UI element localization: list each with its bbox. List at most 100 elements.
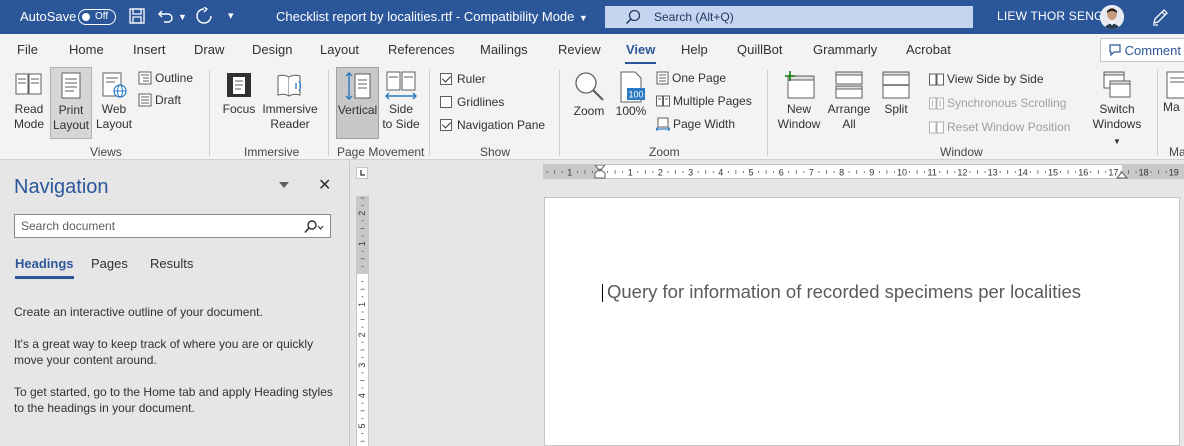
ruler-checkbox[interactable]: Ruler	[440, 72, 486, 86]
vertical-button[interactable]: Vertical	[336, 67, 379, 139]
immersive-reader-button[interactable]: Immersive Reader	[260, 70, 320, 138]
ruler-tick-label: 6	[779, 168, 784, 178]
draft-button[interactable]: Draft	[138, 93, 181, 107]
tab-acrobat[interactable]: Acrobat	[906, 42, 951, 57]
print-layout-label-1: Print	[58, 103, 84, 117]
focus-button[interactable]: Focus	[220, 70, 258, 138]
multiple-pages-button[interactable]: Multiple Pages	[656, 94, 752, 108]
ruler-label: Ruler	[457, 72, 486, 86]
nav-help-text-1: Create an interactive outline of your do…	[14, 305, 263, 319]
tab-mailings[interactable]: Mailings	[480, 42, 528, 57]
autosave-toggle[interactable]: Off	[78, 9, 116, 25]
ruler-tick-label: 1	[628, 168, 633, 178]
outline-button[interactable]: Outline	[138, 71, 193, 85]
search-document-input[interactable]: Search document	[14, 214, 331, 238]
comment-icon	[1109, 44, 1121, 57]
group-separator	[1157, 70, 1158, 156]
nav-tab-headings[interactable]: Headings	[15, 256, 74, 279]
pane-options-dropdown-icon[interactable]	[279, 182, 289, 188]
zoom-icon	[575, 72, 604, 101]
page-width-label: Page Width	[673, 117, 736, 131]
vertical-ruler-scale: 2 1 1 2 3 4 5	[357, 196, 368, 442]
web-layout-button[interactable]: Web Layout	[94, 70, 134, 138]
split-button[interactable]: Split	[877, 70, 915, 138]
macros-button[interactable]: Ma	[1163, 70, 1184, 138]
undo-icon[interactable]	[157, 7, 177, 27]
vertical-ruler[interactable]: 2 1 1 2 3 4 5	[356, 196, 369, 446]
tab-design[interactable]: Design	[252, 42, 292, 57]
horizontal-ruler[interactable]: 1 1 2 3 4 5 6 7 8 9 10 11 12 13 14 15 16 17 18 19	[543, 164, 1184, 179]
arrange-all-label-2: All	[842, 117, 856, 131]
draft-label: Draft	[155, 93, 182, 107]
one-page-button[interactable]: One Page	[656, 71, 726, 85]
tab-insert[interactable]: Insert	[133, 42, 166, 57]
immersive-group-label: Immersive	[244, 145, 300, 159]
zoom-100-label: 100%	[615, 104, 647, 118]
focus-icon	[227, 73, 251, 97]
tab-references[interactable]: References	[388, 42, 454, 57]
web-layout-label-2: Layout	[95, 117, 133, 131]
tab-selector[interactable]	[356, 167, 368, 179]
tab-review[interactable]: Review	[558, 42, 601, 57]
checkbox-unchecked	[440, 96, 452, 108]
web-layout-icon	[102, 72, 127, 98]
tab-help[interactable]: Help	[681, 42, 708, 57]
side-to-side-button[interactable]: Side to Side	[381, 70, 421, 138]
search-icon	[625, 9, 641, 25]
ruler-tick-label: 5	[357, 423, 367, 428]
tab-file[interactable]: File	[17, 42, 38, 57]
indent-marker[interactable]	[594, 165, 606, 179]
ruler-tick-label: 12	[957, 168, 967, 178]
read-mode-button[interactable]: Read Mode	[10, 70, 48, 138]
document-page[interactable]	[544, 197, 1180, 446]
close-icon[interactable]: ✕	[318, 175, 331, 195]
print-layout-icon	[61, 72, 81, 99]
reset-window-position-button[interactable]: Reset Window Position	[929, 120, 1070, 134]
switch-windows-button[interactable]: Switch Windows ▼	[1088, 70, 1146, 146]
side-to-side-label-2: to Side	[382, 117, 420, 131]
autosave-label: AutoSave	[20, 9, 77, 24]
page-width-button[interactable]: Page Width	[655, 117, 736, 132]
view-side-by-side-button[interactable]: View Side by Side	[929, 72, 1044, 86]
comments-label: Comment	[1124, 43, 1181, 58]
comments-button[interactable]: Comment	[1100, 38, 1184, 62]
save-icon[interactable]	[128, 7, 148, 27]
search-box[interactable]: Search (Alt+Q)	[605, 6, 973, 28]
user-name[interactable]: LIEW THOR SENG	[997, 9, 1104, 23]
nav-tab-pages[interactable]: Pages	[91, 256, 128, 271]
synchronous-scrolling-button[interactable]: Synchronous Scrolling	[929, 96, 1066, 110]
customize-quick-access-icon[interactable]: ▾	[228, 9, 248, 29]
search-icon[interactable]	[302, 220, 324, 234]
arrange-all-button[interactable]: Arrange All	[825, 70, 873, 138]
tab-grammarly[interactable]: Grammarly	[813, 42, 877, 57]
group-separator	[429, 70, 430, 156]
tab-layout[interactable]: Layout	[320, 42, 359, 57]
nav-help-text-2: It's a great way to keep track of where …	[14, 337, 314, 367]
print-layout-button[interactable]: Print Layout	[50, 67, 92, 139]
zoom-100-button[interactable]: 100 100%	[613, 70, 649, 138]
show-group-label: Show	[480, 145, 511, 159]
checkbox-checked	[440, 119, 452, 131]
zoom-button[interactable]: Zoom	[570, 70, 608, 138]
ruler-tick-label: 8	[839, 168, 844, 178]
tab-draw[interactable]: Draw	[194, 42, 224, 57]
ruler-tick-label: 3	[688, 168, 693, 178]
toggle-knob	[82, 13, 90, 21]
tab-quillbot[interactable]: QuillBot	[737, 42, 783, 57]
tab-home[interactable]: Home	[69, 42, 104, 57]
tab-view[interactable]: View	[624, 42, 657, 64]
avatar[interactable]	[1100, 5, 1124, 29]
navigation-pane-checkbox[interactable]: Navigation Pane	[440, 118, 545, 132]
redo-icon[interactable]	[195, 6, 215, 27]
new-window-button[interactable]: New Window	[775, 70, 823, 138]
document-text[interactable]: Query for information of recorded specim…	[607, 281, 1081, 303]
zoom-label: Zoom	[573, 104, 605, 118]
view-side-by-side-label: View Side by Side	[947, 72, 1044, 86]
web-layout-label-1: Web	[101, 102, 127, 116]
nav-tab-results[interactable]: Results	[150, 256, 193, 271]
gridlines-checkbox[interactable]: Gridlines	[440, 95, 504, 109]
pen-icon[interactable]	[1150, 7, 1170, 30]
document-title[interactable]: Checklist report by localities.rtf - Com…	[276, 9, 588, 24]
ruler-tick-label: 2	[357, 211, 367, 216]
macros-group-label: Ma	[1169, 145, 1184, 159]
